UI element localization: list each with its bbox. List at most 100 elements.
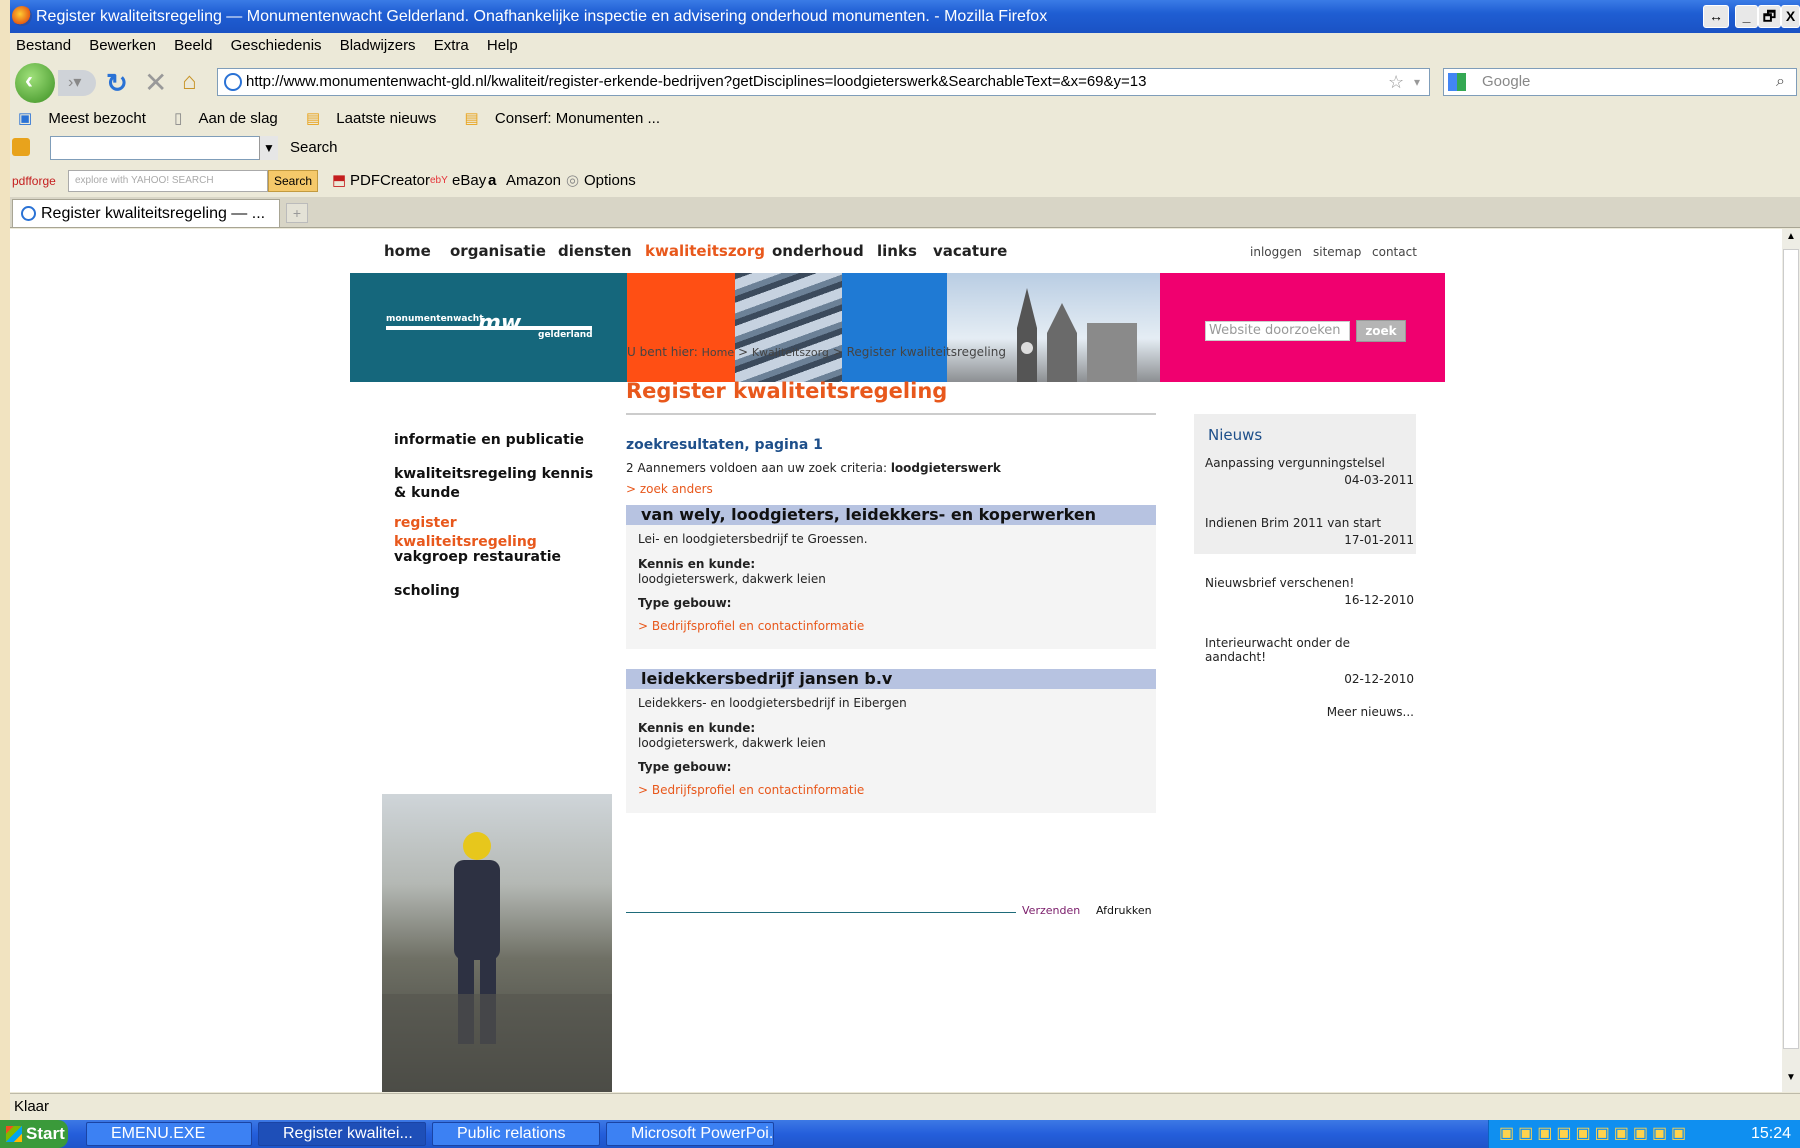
pdfforge-logo[interactable]: pdfforge (12, 166, 56, 196)
taskbar: Start EMENU.EXE Register kwalitei... Pub… (0, 1120, 1800, 1148)
site-identity-icon[interactable] (224, 73, 242, 91)
worker-silhouette (382, 832, 612, 1092)
taskbar-item-powerpoint[interactable]: Microsoft PowerPoi... (606, 1122, 774, 1146)
leftnav-vakgroep[interactable]: vakgroep restauratie (394, 548, 594, 567)
breadcrumb-separator: > (737, 345, 749, 359)
menu-bladwijzers[interactable]: Bladwijzers (340, 37, 416, 54)
toolbar-search-button[interactable]: Search (290, 136, 338, 160)
result-type-label: Type gebouw: (638, 596, 732, 610)
bookmark-latest-news[interactable]: ▤ Laatste nieuws (302, 110, 444, 127)
news-item[interactable]: Nieuwsbrief verschenen! (1205, 576, 1405, 590)
yahoo-search-button[interactable]: Search (268, 170, 318, 192)
news-item[interactable]: Interieurwacht onder de aandacht! (1205, 636, 1375, 664)
site-search-input[interactable]: Website doorzoeken (1205, 321, 1350, 341)
nav-kwaliteitszorg[interactable]: kwaliteitszorg (645, 242, 765, 260)
minimize-button[interactable]: _ (1735, 5, 1758, 28)
star-icon[interactable]: ☆ (1388, 69, 1404, 95)
tray-icons[interactable]: ▣▣▣▣▣▣▣▣▣▣ (1499, 1120, 1690, 1148)
options-menu[interactable]: Options (584, 166, 636, 196)
vertical-scrollbar[interactable]: ▲ ▼ (1782, 229, 1800, 1092)
breadcrumb-separator: > (832, 345, 843, 359)
results-heading: zoekresultaten, pagina 1 (626, 437, 823, 453)
chevron-down-icon[interactable]: ▾ (1414, 69, 1420, 95)
result-title[interactable]: van wely, loodgieters, leidekkers- en ko… (626, 505, 1156, 525)
breadcrumb-kwaliteitszorg[interactable]: Kwaliteitszorg (752, 346, 829, 359)
leftnav-scholing[interactable]: scholing (394, 582, 594, 601)
scroll-up-arrow[interactable]: ▲ (1784, 231, 1798, 247)
menu-geschiedenis[interactable]: Geschiedenis (231, 37, 322, 54)
bookmark-getting-started[interactable]: ▯ Aan de slag (170, 110, 286, 127)
login-link[interactable]: inloggen (1250, 245, 1302, 259)
result-description: Lei- en loodgietersbedrijf te Groessen. (638, 532, 868, 546)
menu-beeld[interactable]: Beeld (174, 37, 212, 54)
forward-button[interactable]: ›▾ (58, 70, 96, 96)
news-item[interactable]: Indienen Brim 2011 van start (1205, 516, 1405, 530)
taskbar-item-firefox[interactable]: Register kwalitei... (258, 1122, 426, 1146)
reload-icon[interactable]: ↻ (106, 68, 128, 99)
nav-links[interactable]: links (877, 242, 917, 260)
ebay-link[interactable]: eBay (452, 166, 486, 196)
send-link[interactable]: Verzenden (1022, 904, 1080, 917)
news-date: 17-01-2011 (1344, 533, 1414, 547)
back-button[interactable]: ‹ (15, 63, 55, 103)
tab-register[interactable]: Register kwaliteitsregeling — ... (12, 199, 280, 227)
system-tray: ▣▣▣▣▣▣▣▣▣▣ 15:24 (1488, 1120, 1800, 1148)
result-type-label: Type gebouw: (638, 760, 732, 774)
leftnav-register[interactable]: register kwaliteitsregeling (394, 514, 594, 552)
nav-home[interactable]: home (384, 242, 431, 260)
nav-organisatie[interactable]: organisatie (450, 242, 546, 260)
bookmark-most-visited[interactable]: ▣ Meest bezocht (14, 110, 154, 127)
contact-link[interactable]: contact (1372, 245, 1417, 259)
logo-text-left: monumentenwacht (386, 314, 484, 324)
restore-button[interactable]: 🗗 (1758, 5, 1781, 28)
breadcrumb-current: Register kwaliteitsregeling (846, 345, 1006, 359)
logo-block[interactable]: monumentenwacht mw gelderland (350, 273, 627, 382)
rss-icon: ▤ (464, 110, 479, 127)
magnifier-icon[interactable]: ⌕ (1776, 69, 1785, 95)
menu-bewerken[interactable]: Bewerken (89, 37, 156, 54)
result-profile-link[interactable]: > Bedrijfsprofiel en contactinformatie (638, 619, 864, 633)
menu-bestand[interactable]: Bestand (16, 37, 71, 54)
news-date: 04-03-2011 (1344, 473, 1414, 487)
taskbar-item-public-relations[interactable]: Public relations (432, 1122, 600, 1146)
print-link[interactable]: Afdrukken (1096, 904, 1152, 917)
nav-vacature[interactable]: vacature (933, 242, 1007, 260)
more-news-link[interactable]: Meer nieuws... (1314, 705, 1414, 719)
bookmark-label: Meest bezocht (48, 110, 146, 127)
menu-extra[interactable]: Extra (434, 37, 469, 54)
new-tab-button[interactable]: + (286, 203, 308, 223)
site-search-button[interactable]: zoek (1356, 320, 1406, 342)
nav-diensten[interactable]: diensten (558, 242, 632, 260)
stop-icon[interactable]: ✕ (144, 66, 167, 99)
bookmark-conserf[interactable]: ▤ Conserf: Monumenten ... (461, 110, 668, 127)
amazon-link[interactable]: Amazon (506, 166, 561, 196)
leftnav-informatie[interactable]: informatie en publicatie (394, 431, 594, 450)
news-item[interactable]: Aanpassing vergunningstelsel (1205, 456, 1405, 470)
search-other-link[interactable]: > zoek anders (626, 482, 713, 496)
url-text: http://www.monumentenwacht-gld.nl/kwalit… (246, 73, 1147, 90)
home-icon[interactable]: ⌂ (182, 68, 197, 96)
leftnav-kennis-kunde[interactable]: kwaliteitsregeling kennis & kunde (394, 465, 594, 503)
address-bar[interactable]: http://www.monumentenwacht-gld.nl/kwalit… (217, 68, 1430, 96)
menu-help[interactable]: Help (487, 37, 518, 54)
toolbar-logo-icon[interactable] (12, 138, 30, 156)
taskbar-item-emenu[interactable]: EMENU.EXE (86, 1122, 252, 1146)
google-icon[interactable] (1448, 73, 1466, 91)
yahoo-search-input[interactable]: explore with YAHOO! SEARCH (68, 170, 268, 192)
news-title: Nieuws (1208, 426, 1263, 444)
close-button[interactable]: X (1781, 5, 1800, 28)
header-banner: monumentenwacht mw gelderland Website do… (350, 273, 1445, 382)
search-bar[interactable]: Google ⌕ (1443, 68, 1797, 96)
resize-button[interactable]: ↔ (1703, 5, 1729, 28)
sitemap-link[interactable]: sitemap (1313, 245, 1361, 259)
start-button[interactable]: Start (0, 1120, 68, 1148)
pdfcreator-link[interactable]: PDFCreator (350, 166, 430, 196)
result-profile-link[interactable]: > Bedrijfsprofiel en contactinformatie (638, 783, 864, 797)
scroll-thumb[interactable] (1783, 249, 1799, 1049)
scroll-down-arrow[interactable]: ▼ (1784, 1072, 1798, 1088)
toolbar-search-input[interactable]: ▼ (50, 136, 278, 160)
breadcrumb-home[interactable]: Home (702, 346, 734, 359)
nav-onderhoud[interactable]: onderhoud (772, 242, 864, 260)
result-title[interactable]: leidekkersbedrijf jansen b.v (626, 669, 1156, 689)
chevron-down-icon[interactable]: ▼ (259, 136, 278, 160)
